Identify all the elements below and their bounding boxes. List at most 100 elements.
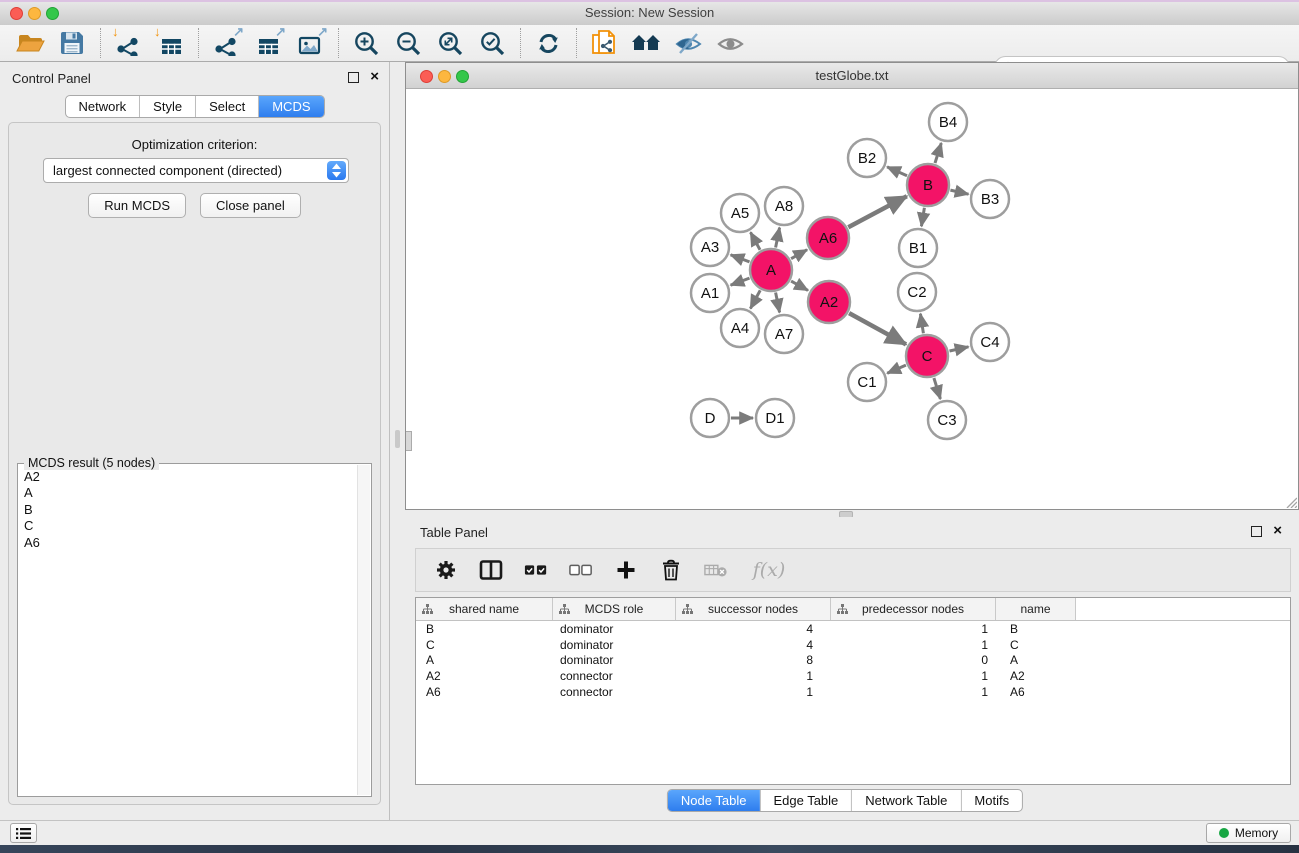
run-mcds-button[interactable]: Run MCDS (88, 193, 186, 218)
edge-B-B2[interactable] (887, 167, 907, 176)
node-A[interactable]: A (750, 249, 792, 291)
table-cell[interactable]: 0 (831, 653, 996, 667)
node-C[interactable]: C (906, 335, 948, 377)
column-header-shared-name[interactable]: shared name (416, 598, 553, 620)
task-history-button[interactable] (10, 823, 37, 843)
table-cell[interactable]: 1 (831, 685, 996, 699)
memory-button[interactable]: Memory (1206, 823, 1291, 843)
table-cell[interactable]: A2 (416, 669, 553, 683)
select-all-columns-button[interactable] (524, 558, 548, 582)
table-cell[interactable]: 1 (676, 669, 831, 683)
optimization-criterion-dropdown[interactable]: largest connected component (directed) (43, 158, 349, 183)
node-B3[interactable]: B3 (971, 180, 1009, 218)
column-header-successor-nodes[interactable]: successor nodes (676, 598, 831, 620)
node-C2[interactable]: C2 (898, 273, 936, 311)
edge-A6-B[interactable] (848, 196, 907, 227)
edge-A-A4[interactable] (750, 290, 760, 308)
node-B2[interactable]: B2 (848, 139, 886, 177)
zoom-fit-button[interactable] (434, 28, 466, 58)
column-header-MCDS-role[interactable]: MCDS role (553, 598, 676, 620)
tab-mcds[interactable]: MCDS (259, 96, 323, 117)
delete-column-button[interactable] (659, 558, 683, 582)
table-cell[interactable]: connector (553, 685, 676, 699)
edge-A-A3[interactable] (731, 255, 750, 262)
node-A5[interactable]: A5 (721, 194, 759, 232)
edge-A-A2[interactable] (791, 281, 808, 290)
edge-A-A8[interactable] (776, 228, 780, 248)
table-row[interactable]: A2connector11A2 (416, 668, 1290, 684)
table-cell[interactable]: 1 (831, 638, 996, 652)
table-row[interactable]: Bdominator41B (416, 621, 1290, 637)
node-B4[interactable]: B4 (929, 103, 967, 141)
import-table-button[interactable]: ↓ (154, 28, 186, 58)
result-item[interactable]: A2 (24, 469, 358, 485)
export-table-button[interactable]: ↗ (252, 28, 284, 58)
edge-C-C4[interactable] (950, 347, 969, 351)
horizontal-splitter[interactable] (405, 510, 1299, 517)
float-table-panel-icon[interactable] (1251, 526, 1262, 537)
edge-A-A1[interactable] (731, 278, 750, 285)
network-graph[interactable]: A5A8A3A1A4A7AA6A2BB4B2B3B1CC2C4C1C3DD1 (406, 89, 1298, 510)
table-cell[interactable]: connector (553, 669, 676, 683)
table-cell[interactable]: 1 (676, 685, 831, 699)
zoom-selected-button[interactable] (476, 28, 508, 58)
result-item[interactable]: A (24, 485, 358, 501)
first-neighbors-button[interactable] (630, 28, 662, 58)
close-table-panel-icon[interactable]: × (1273, 525, 1282, 537)
node-A4[interactable]: A4 (721, 309, 759, 347)
table-cell[interactable]: A (996, 653, 1076, 667)
table-cell[interactable]: 4 (676, 622, 831, 636)
node-C4[interactable]: C4 (971, 323, 1009, 361)
table-cell[interactable]: B (996, 622, 1076, 636)
table-row[interactable]: Adominator80A (416, 653, 1290, 669)
table-cell[interactable]: C (416, 638, 553, 652)
node-C3[interactable]: C3 (928, 401, 966, 439)
node-B1[interactable]: B1 (899, 229, 937, 267)
node-A3[interactable]: A3 (691, 228, 729, 266)
result-scrollbar[interactable] (357, 465, 370, 795)
edge-B-B3[interactable] (950, 190, 968, 194)
float-panel-icon[interactable] (348, 72, 359, 83)
zoom-in-button[interactable] (350, 28, 382, 58)
table-cell[interactable]: 1 (831, 622, 996, 636)
node-A8[interactable]: A8 (765, 187, 803, 225)
tab-style[interactable]: Style (140, 96, 196, 117)
tab-network[interactable]: Network (65, 96, 140, 117)
node-A7[interactable]: A7 (765, 315, 803, 353)
delete-table-button[interactable] (704, 558, 728, 582)
table-row[interactable]: Cdominator41C (416, 637, 1290, 653)
table-cell[interactable]: A6 (416, 685, 553, 699)
export-image-button[interactable]: ↗ (294, 28, 326, 58)
node-C1[interactable]: C1 (848, 363, 886, 401)
view-left-grip[interactable] (406, 431, 412, 451)
export-network-button[interactable]: ↗ (210, 28, 242, 58)
tab-network-table[interactable]: Network Table (852, 790, 961, 811)
table-cell[interactable]: B (416, 622, 553, 636)
tab-edge-table[interactable]: Edge Table (760, 790, 852, 811)
table-cell[interactable]: A2 (996, 669, 1076, 683)
table-cell[interactable]: A (416, 653, 553, 667)
node-A6[interactable]: A6 (807, 217, 849, 259)
result-item[interactable]: C (24, 518, 358, 534)
node-B[interactable]: B (907, 164, 949, 206)
deselect-all-columns-button[interactable] (569, 558, 593, 582)
edge-B-B1[interactable] (921, 208, 924, 227)
column-header-name[interactable]: name (996, 598, 1076, 620)
table-cell[interactable]: dominator (553, 622, 676, 636)
result-item[interactable]: B (24, 502, 358, 518)
tab-select[interactable]: Select (196, 96, 259, 117)
edge-A2-C[interactable] (849, 313, 906, 344)
hide-selected-button[interactable] (672, 28, 704, 58)
edge-A-A5[interactable] (751, 232, 761, 250)
edge-C-C2[interactable] (920, 314, 923, 334)
edge-B-B4[interactable] (935, 143, 941, 163)
close-panel-icon[interactable]: × (370, 71, 379, 83)
create-column-button[interactable] (614, 558, 638, 582)
show-all-button[interactable] (714, 28, 746, 58)
table-row[interactable]: A6connector11A6 (416, 684, 1290, 700)
edge-A-A7[interactable] (776, 293, 780, 313)
node-D[interactable]: D (691, 399, 729, 437)
table-cell[interactable]: dominator (553, 638, 676, 652)
result-item[interactable]: A6 (24, 535, 358, 551)
table-cell[interactable]: dominator (553, 653, 676, 667)
